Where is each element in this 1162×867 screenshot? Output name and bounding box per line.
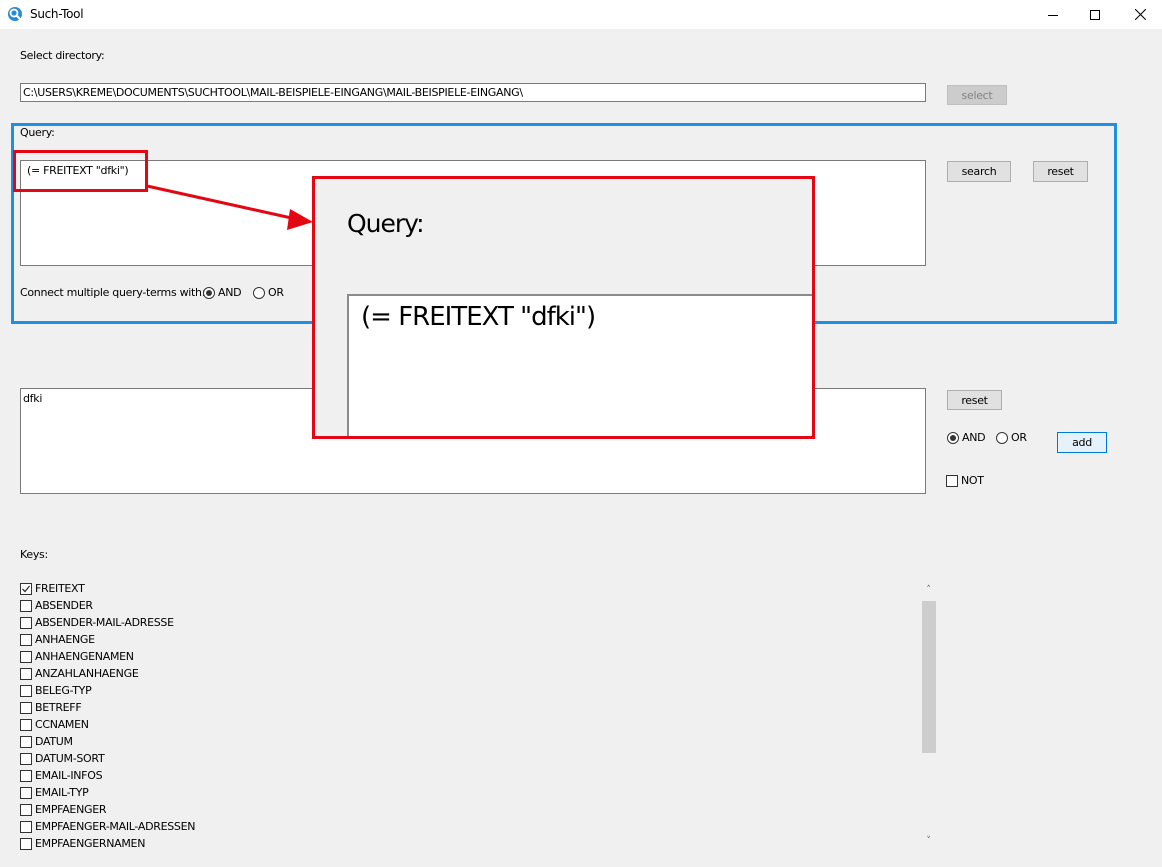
zoom-query-textarea: (= FREITEXT "dfki") bbox=[347, 294, 812, 436]
zoom-query-text: (= FREITEXT "dfki") bbox=[361, 302, 596, 332]
zoom-query-label: Query: bbox=[347, 209, 425, 238]
zoom-inset: Query: (= FREITEXT "dfki") bbox=[312, 176, 815, 439]
